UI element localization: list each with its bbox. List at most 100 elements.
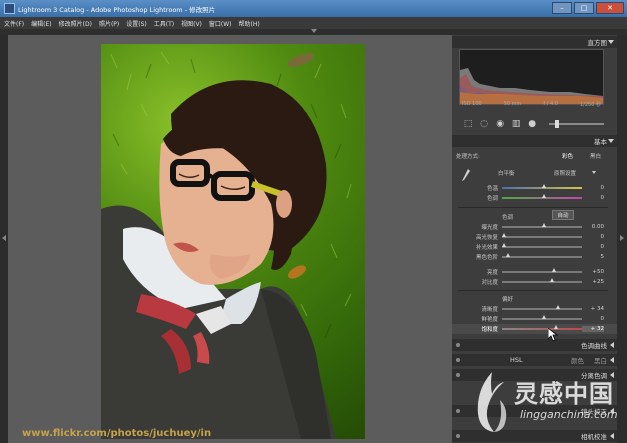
recovery-slider[interactable] bbox=[502, 233, 582, 238]
temp-slider-knob[interactable] bbox=[542, 184, 546, 188]
window-controls: – □ ✕ bbox=[552, 2, 624, 14]
temp-value[interactable]: 0 bbox=[582, 185, 605, 191]
menu-help[interactable]: 帮助(H) bbox=[239, 19, 260, 28]
tint-slider[interactable] bbox=[502, 194, 582, 199]
exposure-slider[interactable] bbox=[502, 223, 582, 228]
hsl-bw-tab[interactable]: 黑白 bbox=[594, 355, 607, 365]
hsl-header[interactable]: HSL 颜色 黑白 bbox=[452, 354, 617, 366]
menu-file[interactable]: 文件(F) bbox=[4, 19, 24, 28]
vibrance-row: 鲜艳度 0 bbox=[452, 314, 617, 324]
treatment-color-option[interactable]: 彩色 bbox=[562, 152, 573, 160]
clarity-slider[interactable] bbox=[502, 305, 582, 310]
tint-value[interactable]: 0 bbox=[582, 195, 605, 201]
brightness-row: 亮度 +50 bbox=[452, 267, 617, 277]
menu-view[interactable]: 视图(V) bbox=[181, 19, 202, 28]
tone-curve-title: 色调曲线 bbox=[581, 342, 607, 350]
blacks-slider[interactable] bbox=[502, 253, 582, 258]
panel-switch-icon[interactable] bbox=[456, 409, 460, 413]
collapse-arrow-icon bbox=[608, 139, 614, 143]
maximize-button[interactable]: □ bbox=[574, 2, 594, 14]
hsl-color-tab[interactable]: 颜色 bbox=[571, 355, 584, 365]
histogram-title: 直方图 bbox=[587, 39, 608, 47]
exposure-value[interactable]: 0.00 bbox=[582, 224, 604, 230]
contrast-slider[interactable] bbox=[502, 278, 582, 283]
logo-text-cn: 灵感中国 bbox=[514, 380, 614, 408]
fill-light-label: 补光效果 bbox=[475, 245, 498, 251]
saturation-value[interactable]: + 32 bbox=[582, 326, 604, 332]
tint-slider-knob[interactable] bbox=[542, 194, 546, 198]
blacks-slider-knob[interactable] bbox=[506, 253, 510, 257]
menu-bar: 文件(F) 编辑(E) 修改照片(D) 照片(P) 设置(S) 工具(T) 视图… bbox=[0, 17, 627, 29]
minimize-button[interactable]: – bbox=[552, 2, 572, 14]
panel-switch-icon[interactable] bbox=[456, 343, 460, 347]
panel-switch-icon[interactable] bbox=[456, 373, 460, 377]
flickr-watermark: www.flickr.com/photos/juchuey/in bbox=[22, 428, 212, 439]
recovery-value[interactable]: 0 bbox=[582, 234, 605, 240]
clarity-label: 清晰度 bbox=[481, 307, 498, 313]
window-title-bar: Lightroom 3 Catalog - Adobe Photoshop Li… bbox=[0, 0, 627, 17]
tool-slider-knob[interactable] bbox=[555, 120, 560, 128]
menu-tools[interactable]: 工具(T) bbox=[154, 19, 174, 28]
blacks-value[interactable]: 5 bbox=[582, 254, 605, 260]
tone-curve-header[interactable]: 色调曲线 bbox=[452, 339, 617, 351]
site-logo: 灵感中国 lingganchina.com bbox=[470, 370, 620, 436]
brightness-slider-knob[interactable] bbox=[552, 268, 556, 272]
photo-preview[interactable] bbox=[101, 44, 365, 439]
contrast-value[interactable]: +25 bbox=[582, 279, 604, 285]
clarity-slider-knob[interactable] bbox=[556, 305, 560, 309]
menu-settings[interactable]: 设置(S) bbox=[126, 19, 147, 28]
menu-edit[interactable]: 编辑(E) bbox=[31, 19, 51, 28]
tool-slider[interactable] bbox=[549, 120, 605, 128]
recovery-slider-knob[interactable] bbox=[502, 233, 506, 237]
vibrance-slider-knob[interactable] bbox=[542, 315, 546, 319]
aperture: f / 4.0 bbox=[543, 101, 558, 107]
contrast-slider-knob[interactable] bbox=[550, 278, 554, 282]
blacks-label: 黑色色阶 bbox=[475, 255, 498, 261]
hsl-title[interactable]: HSL bbox=[510, 356, 523, 364]
expand-arrow-icon bbox=[610, 357, 614, 363]
triangle-right-icon bbox=[620, 235, 624, 241]
basic-header[interactable]: 基本 bbox=[452, 135, 617, 147]
crop-tool-icon[interactable]: ⬚ bbox=[463, 119, 473, 130]
close-button[interactable]: ✕ bbox=[596, 2, 624, 14]
triangle-down-icon bbox=[311, 29, 317, 33]
fill-light-slider[interactable] bbox=[502, 243, 582, 248]
exposure-row: 曝光度 0.00 bbox=[452, 222, 617, 232]
histogram-graph[interactable] bbox=[459, 49, 604, 105]
panel-switch-icon[interactable] bbox=[456, 358, 460, 362]
histogram-info: ISO 100 50 mm f / 4.0 1/250 秒 bbox=[459, 101, 604, 108]
adjustment-brush-icon[interactable]: ● bbox=[527, 119, 537, 130]
menu-window[interactable]: 窗口(W) bbox=[209, 19, 232, 28]
menu-develop[interactable]: 修改照片(D) bbox=[59, 19, 92, 28]
vibrance-slider[interactable] bbox=[502, 315, 582, 320]
treatment-label: 处理方式: bbox=[456, 154, 480, 160]
red-eye-icon[interactable]: ◉ bbox=[495, 119, 505, 130]
temp-slider[interactable] bbox=[502, 184, 582, 189]
panel-switch-icon[interactable] bbox=[456, 434, 460, 438]
window-title: Lightroom 3 Catalog - Adobe Photoshop Li… bbox=[18, 5, 216, 14]
fill-light-value[interactable]: 0 bbox=[582, 244, 605, 250]
auto-tone-button[interactable]: 自动 bbox=[552, 210, 574, 220]
triangle-left-icon bbox=[2, 235, 6, 241]
saturation-row: 饱和度 + 32 bbox=[452, 324, 617, 334]
vibrance-value[interactable]: 0 bbox=[582, 316, 605, 322]
fill-light-row: 补光效果 0 bbox=[452, 242, 617, 252]
white-balance-select[interactable]: 原照设置 bbox=[554, 169, 576, 177]
clarity-value[interactable]: + 34 bbox=[582, 306, 604, 312]
treatment-bw-option[interactable]: 黑白 bbox=[590, 152, 601, 160]
left-panel-toggle[interactable] bbox=[0, 35, 8, 443]
brightness-value[interactable]: +50 bbox=[582, 269, 604, 275]
blacks-row: 黑色色阶 5 bbox=[452, 252, 617, 262]
saturation-slider[interactable] bbox=[502, 325, 582, 330]
brightness-slider[interactable] bbox=[502, 268, 582, 273]
exposure-slider-knob[interactable] bbox=[542, 223, 546, 227]
menu-photo[interactable]: 照片(P) bbox=[99, 19, 119, 28]
divider bbox=[458, 290, 608, 291]
eyedropper-icon[interactable] bbox=[462, 169, 470, 181]
contrast-label: 对比度 bbox=[481, 280, 498, 286]
fill-light-slider-knob[interactable] bbox=[502, 243, 506, 247]
focal-length: 50 mm bbox=[503, 101, 522, 107]
spot-removal-icon[interactable]: ◌ bbox=[479, 119, 489, 130]
histogram-header[interactable]: 直方图 bbox=[452, 36, 617, 48]
graduated-filter-icon[interactable]: ▥ bbox=[511, 119, 521, 130]
